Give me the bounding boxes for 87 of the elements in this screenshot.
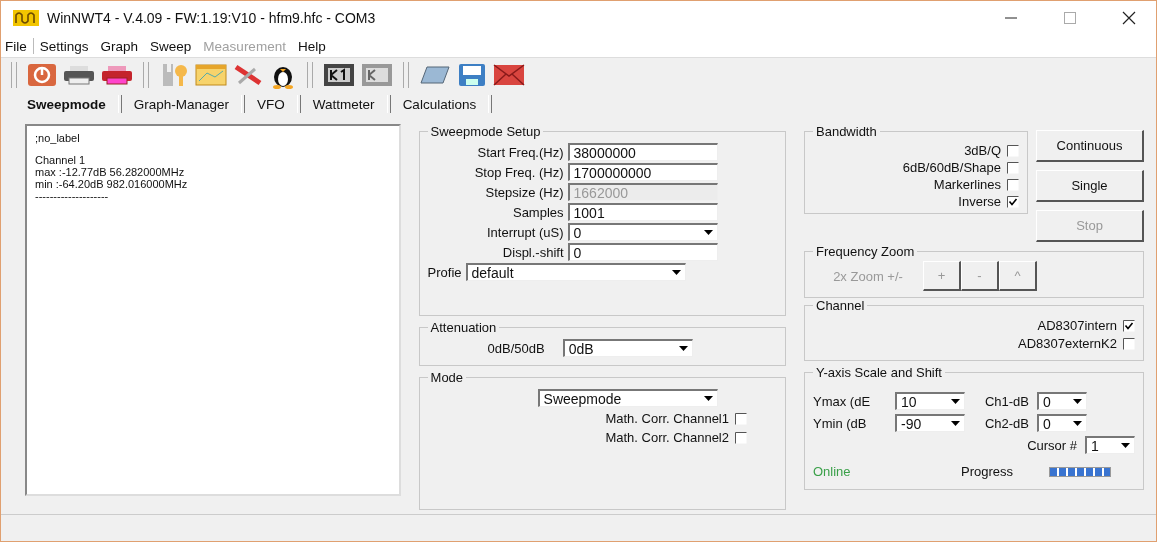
tab[interactable]: Wattmeter — [300, 96, 387, 112]
log-line: ;no_label — [35, 132, 81, 144]
field-label: Displ.-shift — [502, 244, 564, 260]
field-label: Stepsize (Hz) — [485, 184, 564, 200]
log-line: Channel 1 — [35, 154, 87, 166]
connection-status: Online — [813, 464, 852, 479]
field-label: Samples — [512, 204, 564, 220]
dropdown[interactable]: 0 — [1037, 414, 1087, 432]
zoom-label: 2x Zoom +/- — [832, 268, 904, 284]
field-label: Stop Freq. (Hz) — [474, 164, 564, 180]
menu-item[interactable]: File — [5, 38, 27, 54]
checkbox[interactable] — [1007, 178, 1019, 191]
caret-icon — [1121, 443, 1130, 448]
menu-item[interactable]: Sweep — [150, 38, 192, 54]
checkbox[interactable] — [1123, 319, 1135, 332]
field-label: Ymin (dB — [813, 415, 868, 431]
power-icon[interactable] — [27, 63, 57, 87]
group-title: Bandwidth — [815, 124, 878, 139]
dropdown[interactable]: 0dB — [562, 339, 693, 357]
menu-item[interactable]: Graph — [100, 38, 139, 54]
field-label: Cursor # — [1026, 437, 1077, 453]
caret-icon — [703, 230, 713, 235]
checkbox[interactable] — [1007, 144, 1019, 157]
checkbox[interactable] — [1123, 337, 1135, 350]
field-label: Ch1-dB — [983, 393, 1029, 409]
tab[interactable]: Calculations — [390, 96, 489, 112]
field-label: Ch2-dB — [983, 415, 1029, 431]
dropdown[interactable]: default — [465, 263, 686, 281]
caret-icon — [951, 399, 960, 404]
checkbox-label: 6dB/60dB/Shape — [902, 160, 1001, 175]
group-title: Frequency Zoom — [815, 244, 916, 259]
checkbox-label: Math. Corr. Channel1 — [605, 411, 729, 426]
sweep-button[interactable]: Continuous — [1036, 130, 1144, 162]
field-label: Start Freq.(Hz) — [477, 144, 564, 160]
envelope-icon[interactable] — [493, 63, 525, 87]
menu-item[interactable]: Settings — [39, 38, 89, 54]
input-field[interactable]: 38000000 — [567, 143, 718, 161]
group-title: Sweepmode Setup — [429, 124, 542, 139]
checkbox[interactable] — [735, 412, 747, 425]
close-icon[interactable] — [1122, 11, 1136, 25]
group-title: Mode — [429, 370, 465, 385]
printer-icon[interactable] — [101, 63, 133, 87]
checkbox[interactable] — [735, 431, 747, 444]
log-line: -------------------- — [35, 190, 110, 202]
dropdown[interactable]: 1 — [1085, 436, 1135, 454]
group-title: Y-axis Scale and Shift — [815, 365, 943, 380]
log-line: min :-64.20dB 982.016000MHz — [35, 178, 189, 190]
caret-icon — [1073, 399, 1082, 404]
field-label: Profie — [427, 264, 462, 280]
input-field[interactable]: 0 — [567, 243, 718, 261]
tab[interactable]: VFO — [245, 96, 297, 112]
caret-icon — [671, 270, 681, 275]
menu-item[interactable]: Help — [297, 38, 326, 54]
dropdown[interactable]: 0 — [1037, 392, 1087, 410]
printer-icon[interactable] — [63, 63, 95, 87]
checkbox-label: AD8307intern — [1037, 318, 1117, 333]
checkbox[interactable] — [1007, 161, 1019, 174]
dropdown[interactable]: 0 — [567, 223, 718, 241]
checkbox-label: 3dB/Q — [964, 143, 1001, 158]
dropdown[interactable]: -90 — [895, 414, 965, 432]
field-label: Interrupt (uS) — [486, 224, 564, 240]
field-label: 0dB/50dB — [487, 340, 545, 356]
field-label: Ymax (dE — [813, 393, 872, 409]
tab[interactable]: Sweepmode — [15, 96, 118, 112]
checkbox-label: Markerlines — [933, 177, 1001, 192]
checkbox-label: Math. Corr. Channel2 — [605, 430, 729, 445]
caret-icon — [703, 396, 713, 401]
window-title: WinNWT4 - V.4.09 - FW:1.19:V10 - hfm9.hfc - COM3 — [47, 10, 376, 26]
app-logo-icon — [13, 10, 39, 26]
input-field[interactable]: 1700000000 — [567, 163, 718, 181]
tab[interactable]: Graph-Manager — [121, 96, 242, 112]
caret-icon — [1073, 421, 1082, 426]
caret-icon — [678, 346, 688, 351]
checkbox-label: Inverse — [958, 194, 1001, 209]
input-field[interactable]: 1001 — [567, 203, 718, 221]
folder-icon[interactable] — [419, 63, 451, 87]
sweep-button[interactable]: Single — [1036, 170, 1144, 202]
checkbox[interactable] — [1007, 195, 1019, 208]
log-line: max :-12.77dB 56.282000MHz — [35, 166, 186, 178]
dropdown[interactable]: 10 — [895, 392, 965, 410]
dropdown[interactable]: Sweepmode — [537, 389, 718, 407]
group-title: Channel — [815, 298, 866, 313]
save-icon[interactable] — [457, 63, 487, 87]
checkbox-label: AD8307externK2 — [1018, 336, 1117, 351]
group-title: Attenuation — [429, 320, 498, 335]
caret-icon — [951, 421, 960, 426]
progress-label: Progress — [961, 464, 1015, 479]
